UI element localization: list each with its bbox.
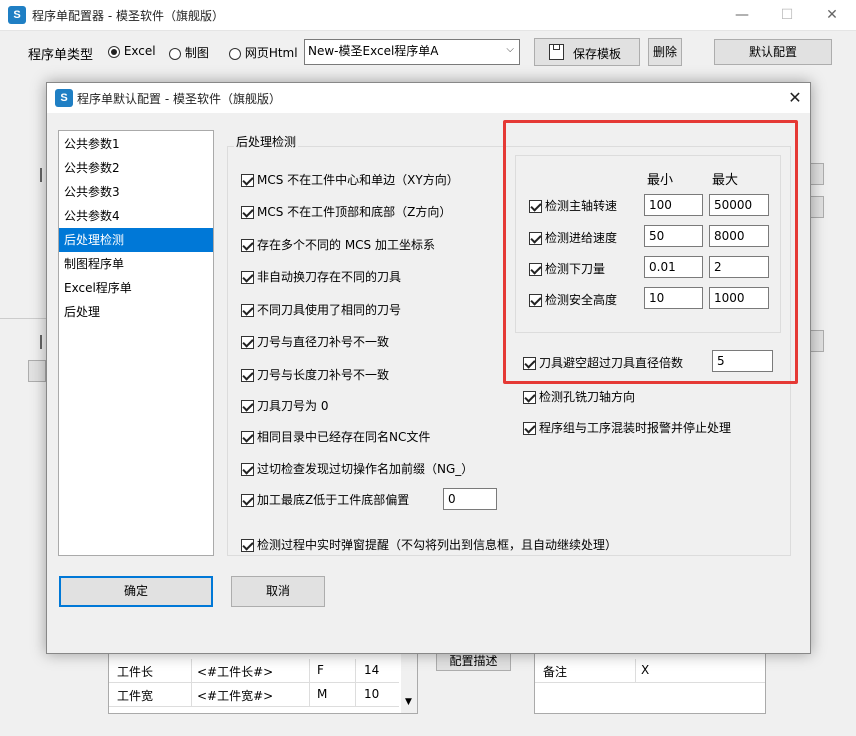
checkbox-icon xyxy=(241,336,254,349)
bg-fragment xyxy=(0,318,46,319)
check-diameter-offset[interactable]: 刀号与直径刀补号不一致 xyxy=(241,333,389,350)
group-title: 后处理检测 xyxy=(234,133,299,150)
minimize-button[interactable]: — xyxy=(722,5,762,25)
nav-item-drawing-sheet[interactable]: 制图程序单 xyxy=(59,252,213,276)
nav-item-common-params-3[interactable]: 公共参数3 xyxy=(59,180,213,204)
delete-button[interactable]: 删除 xyxy=(648,38,682,66)
nav-item-common-params-4[interactable]: 公共参数4 xyxy=(59,204,213,228)
bg-fragment xyxy=(40,168,42,182)
check-gouge-prefix[interactable]: 过切检查发现过切操作名加前缀（NG_） xyxy=(241,460,473,477)
dialog-close-button[interactable]: ✕ xyxy=(775,88,815,108)
grid-scrollbar[interactable]: ▼ xyxy=(401,651,417,713)
type-option-drawing[interactable]: 制图 xyxy=(169,44,209,61)
checkbox-icon xyxy=(241,304,254,317)
template-select[interactable]: New-模圣Excel程序单A ⌵ xyxy=(304,39,520,65)
checkbox-icon xyxy=(523,422,536,435)
floppy-disk-icon xyxy=(549,44,564,60)
check-hole-mill-axis[interactable]: 检测孔铣刀轴方向 xyxy=(523,388,635,405)
check-realtime-popup[interactable]: 检测过程中实时弹窗提醒（不勾将列出到信息框，且自动继续处理） xyxy=(241,536,617,553)
maximize-button[interactable]: ☐ xyxy=(767,5,807,25)
dialog-title: 程序单默认配置 - 模圣软件（旗舰版） xyxy=(77,92,281,106)
type-label: 程序单类型 xyxy=(28,48,94,63)
radio-icon xyxy=(229,47,241,60)
type-option-excel[interactable]: Excel xyxy=(108,44,156,58)
attributes-grid[interactable]: ▼ 工件长 <#工件长#> F 14 工件宽 <#工件宽#> M 10 xyxy=(108,650,418,714)
check-same-tool-number[interactable]: 不同刀具使用了相同的刀号 xyxy=(241,301,401,318)
checkbox-icon xyxy=(523,391,536,404)
check-min-z-below-bottom[interactable]: 加工最底Z低于工件底部偏置 xyxy=(241,491,409,508)
table-row[interactable]: 工件长 <#工件长#> F 14 xyxy=(109,659,399,683)
main-window-title: 程序单配置器 - 模圣软件（旗舰版） xyxy=(32,9,224,23)
nav-item-excel-sheet[interactable]: Excel程序单 xyxy=(59,276,213,300)
default-config-button[interactable]: 默认配置 xyxy=(714,39,832,65)
check-tool-number-zero[interactable]: 刀具刀号为 0 xyxy=(241,397,328,414)
check-multi-mcs[interactable]: 存在多个不同的 MCS 加工坐标系 xyxy=(241,236,435,253)
ok-button[interactable]: 确定 xyxy=(59,576,213,607)
highlight-box xyxy=(503,120,798,384)
type-option-html[interactable]: 网页Html xyxy=(229,44,298,61)
nav-item-post-check[interactable]: 后处理检测 xyxy=(59,228,213,252)
checkbox-icon xyxy=(241,494,254,507)
main-title-bar: S 程序单配置器 - 模圣软件（旗舰版） — ☐ ✕ xyxy=(0,0,856,31)
dialog-title-bar: S 程序单默认配置 - 模圣软件（旗舰版） ✕ xyxy=(47,83,810,113)
chevron-down-icon: ⌵ xyxy=(506,44,514,55)
checkbox-icon xyxy=(241,539,254,552)
checkbox-icon xyxy=(241,206,254,219)
save-template-button[interactable]: 保存模板 xyxy=(534,38,640,66)
table-row[interactable]: 备注 X xyxy=(535,659,765,683)
app-logo-icon: S xyxy=(8,6,26,24)
nav-item-common-params-2[interactable]: 公共参数2 xyxy=(59,156,213,180)
check-mixed-group-alarm[interactable]: 程序组与工序混装时报警并停止处理 xyxy=(523,419,731,436)
close-window-button[interactable]: ✕ xyxy=(812,5,852,25)
check-mcs-z[interactable]: MCS 不在工件顶部和底部（Z方向） xyxy=(241,203,451,220)
checkbox-icon xyxy=(241,271,254,284)
checkbox-icon xyxy=(241,431,254,444)
check-nc-file-exists[interactable]: 相同目录中已经存在同名NC文件 xyxy=(241,428,430,445)
checkbox-icon xyxy=(241,463,254,476)
radio-icon xyxy=(169,47,181,60)
checkbox-icon xyxy=(241,174,254,187)
app-logo-icon: S xyxy=(55,89,73,107)
bg-fragment xyxy=(40,335,42,349)
check-length-offset[interactable]: 刀号与长度刀补号不一致 xyxy=(241,366,389,383)
config-description-button[interactable]: 配置描述 xyxy=(436,651,511,671)
template-select-value: New-模圣Excel程序单A xyxy=(308,44,439,58)
default-config-dialog[interactable]: S 程序单默认配置 - 模圣软件（旗舰版） ✕ 公共参数1 公共参数2 公共参数… xyxy=(46,82,811,654)
scroll-down-icon: ▼ xyxy=(405,697,412,707)
checkbox-icon xyxy=(241,239,254,252)
radio-icon xyxy=(108,45,120,58)
check-non-auto-toolchange[interactable]: 非自动换刀存在不同的刀具 xyxy=(241,268,401,285)
checkbox-icon xyxy=(241,400,254,413)
checkbox-icon xyxy=(241,369,254,382)
cancel-button[interactable]: 取消 xyxy=(231,576,325,607)
notes-grid[interactable]: 备注 X xyxy=(534,650,766,714)
nav-item-common-params-1[interactable]: 公共参数1 xyxy=(59,132,213,156)
nav-item-post-processing[interactable]: 后处理 xyxy=(59,300,213,324)
min-z-offset-input[interactable]: 0 xyxy=(443,488,497,510)
settings-nav-list[interactable]: 公共参数1 公共参数2 公共参数3 公共参数4 后处理检测 制图程序单 Exce… xyxy=(58,130,214,556)
table-row[interactable]: 工件宽 <#工件宽#> M 10 xyxy=(109,683,399,707)
bg-fragment xyxy=(28,360,46,382)
check-mcs-xy[interactable]: MCS 不在工件中心和单边（XY方向） xyxy=(241,171,459,188)
